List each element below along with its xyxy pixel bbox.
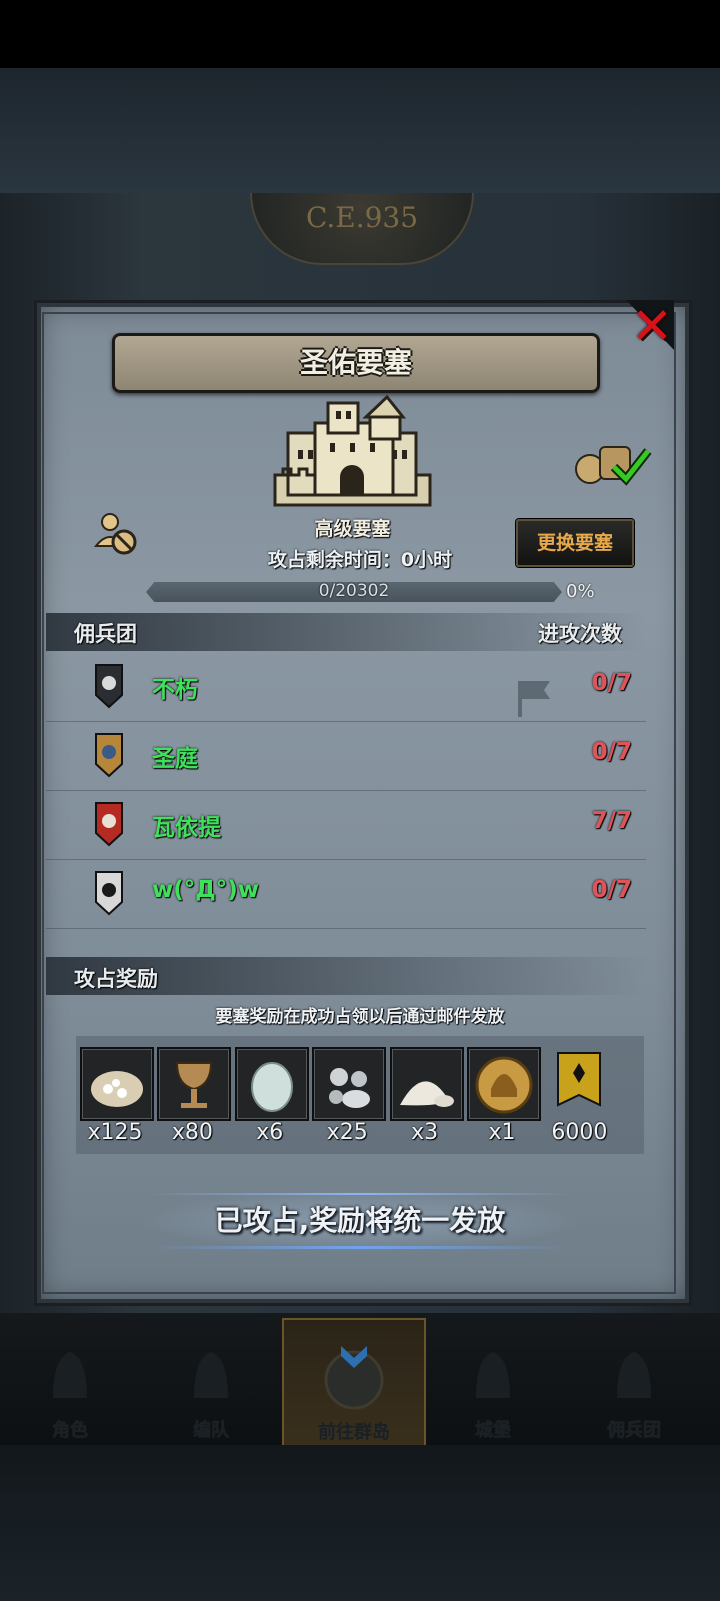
mercenary-header-label: 佣兵团 bbox=[74, 622, 137, 646]
reward-quantity: x25 bbox=[326, 1120, 368, 1145]
remaining-time: 攻占剩余时间：0小时 bbox=[267, 549, 453, 571]
reward-quantity: x3 bbox=[411, 1120, 439, 1145]
reward-item[interactable] bbox=[80, 1047, 154, 1121]
mercenary-shield-icon bbox=[95, 802, 123, 847]
fortress-level-name: 高级要塞 bbox=[314, 518, 391, 540]
nav-item[interactable]: 角色 bbox=[0, 1318, 140, 1444]
header-background bbox=[0, 68, 720, 193]
mercenary-name: 不朽 bbox=[152, 677, 198, 703]
nav-item[interactable]: 编队 bbox=[141, 1318, 281, 1444]
bottom-background bbox=[0, 1445, 720, 1601]
reward-item[interactable] bbox=[234, 1047, 309, 1121]
mercenary-row[interactable]: 瓦依提 7/7 bbox=[46, 791, 646, 860]
banner-badge-icon bbox=[557, 1052, 602, 1107]
reward-quantity: x1 bbox=[488, 1120, 516, 1145]
nav-item[interactable]: 前往群岛 bbox=[282, 1318, 426, 1448]
reward-note: 要塞奖励在成功占领以后通过邮件发放 bbox=[215, 1007, 505, 1027]
nav-item[interactable]: 城堡 bbox=[423, 1318, 563, 1444]
silver-ore-icon bbox=[329, 1068, 371, 1108]
attack-count: 0/7 bbox=[591, 877, 632, 903]
mercenary-row[interactable]: 不朽 0/7 bbox=[46, 653, 646, 722]
reward-item[interactable] bbox=[157, 1047, 232, 1121]
reward-item[interactable] bbox=[544, 1047, 614, 1117]
mercenary-name: 瓦依提 bbox=[152, 815, 221, 841]
nav-label: 前往群岛 bbox=[318, 1422, 390, 1443]
knight-icon bbox=[53, 1352, 87, 1398]
reward-quantity: x125 bbox=[87, 1120, 143, 1145]
nav-label: 角色 bbox=[52, 1420, 88, 1441]
reward-header-label: 攻占奖励 bbox=[74, 967, 158, 991]
supply-bags-check-icon[interactable] bbox=[574, 437, 652, 487]
castle-icon bbox=[273, 395, 432, 507]
reward-quantity: x6 bbox=[256, 1120, 284, 1145]
no-occupant-icon bbox=[93, 513, 137, 555]
helmet-medal-icon bbox=[475, 1056, 533, 1114]
pearl-icon bbox=[250, 1062, 293, 1112]
capture-progress-percent: 0% bbox=[566, 581, 595, 602]
era-label: C.E.935 bbox=[305, 201, 419, 234]
attack-count-header: 进攻次数 bbox=[538, 622, 622, 646]
nav-label: 编队 bbox=[193, 1420, 229, 1441]
goblet-icon bbox=[176, 1062, 213, 1108]
mercenary-icon bbox=[617, 1352, 651, 1398]
reward-quantity: x80 bbox=[171, 1120, 213, 1145]
nav-label: 城堡 bbox=[475, 1420, 511, 1441]
mercenary-row[interactable]: w(°Д°)w 0/7 bbox=[46, 860, 646, 929]
close-icon[interactable]: ✕ bbox=[630, 300, 674, 352]
mercenary-name: w(°Д°)w bbox=[152, 877, 260, 903]
castle-icon bbox=[476, 1352, 510, 1398]
captured-status-text: 已攻占,奖励将统一发放 bbox=[214, 1204, 506, 1237]
attack-count: 7/7 bbox=[591, 808, 632, 834]
mercenary-name: 圣庭 bbox=[152, 746, 198, 772]
grain-sack-icon bbox=[91, 1071, 143, 1107]
status-bar bbox=[0, 0, 720, 68]
nav-label: 佣兵团 bbox=[607, 1420, 661, 1441]
reward-item[interactable] bbox=[467, 1047, 541, 1121]
nav-item[interactable]: 佣兵团 bbox=[564, 1318, 704, 1444]
salt-pile-icon bbox=[399, 1081, 454, 1107]
attack-count: 0/7 bbox=[591, 670, 632, 696]
capture-progress-text: 0/20302 bbox=[318, 581, 390, 601]
islands-icon bbox=[324, 1346, 384, 1410]
mercenary-row[interactable]: 圣庭 0/7 bbox=[46, 722, 646, 791]
formation-icon bbox=[194, 1352, 228, 1398]
reward-quantity: 6000 bbox=[551, 1120, 608, 1145]
reward-item[interactable] bbox=[389, 1047, 464, 1121]
mercenary-shield-icon bbox=[95, 733, 123, 778]
page-title: 圣佑要塞 bbox=[299, 346, 412, 379]
reward-item[interactable] bbox=[312, 1047, 387, 1121]
attack-count: 0/7 bbox=[591, 739, 632, 765]
flag-icon bbox=[518, 681, 550, 717]
mercenary-shield-icon bbox=[95, 871, 123, 916]
mercenary-shield-icon bbox=[95, 664, 123, 709]
